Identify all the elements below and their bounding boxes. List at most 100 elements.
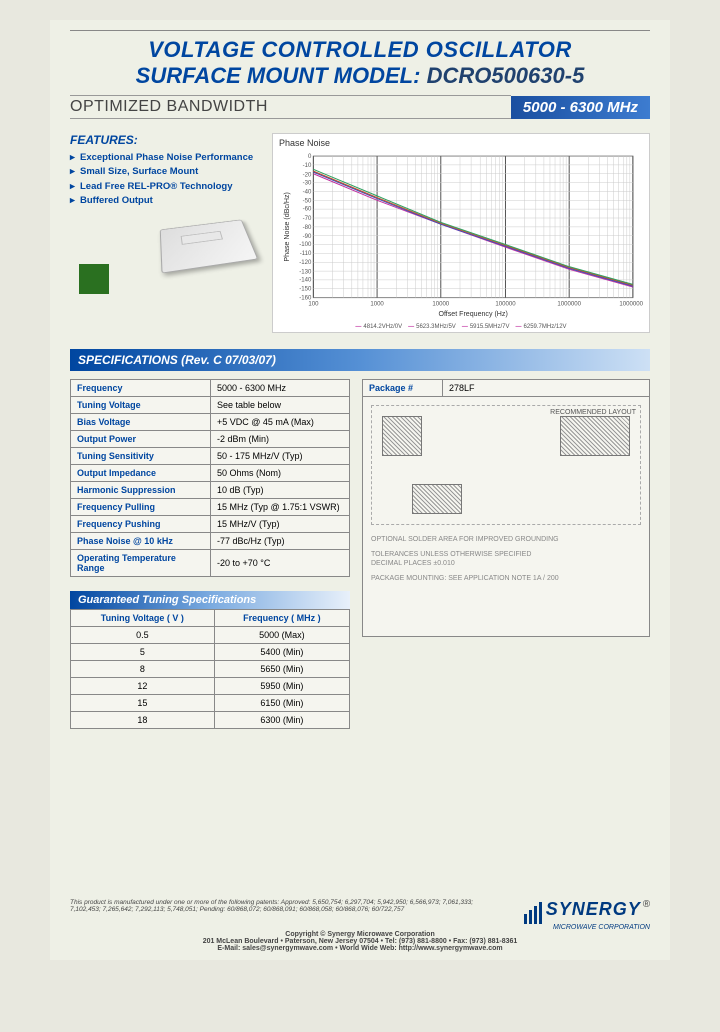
features-chart-row: FEATURES: Exceptional Phase Noise Perfor… bbox=[70, 133, 650, 333]
spec-key: Frequency Pushing bbox=[71, 515, 211, 532]
spec-val: See table below bbox=[211, 396, 350, 413]
spec-val: -20 to +70 °C bbox=[211, 549, 350, 576]
spec-row-item: Frequency Pulling15 MHz (Typ @ 1.75:1 VS… bbox=[71, 498, 350, 515]
tune-voltage: 18 bbox=[71, 711, 215, 728]
svg-text:-40: -40 bbox=[303, 189, 312, 195]
logo-subtitle: MICROWAVE CORPORATION bbox=[500, 924, 650, 931]
legend-item: 5623.3MHz/5V bbox=[408, 324, 456, 330]
chart-svg: 0-10-20-30-40-50-60-70-80-90-100-110-120… bbox=[279, 150, 643, 322]
title-block: VOLTAGE CONTROLLED OSCILLATOR SURFACE MO… bbox=[70, 30, 650, 89]
svg-text:100: 100 bbox=[308, 302, 319, 308]
svg-text:-150: -150 bbox=[299, 287, 312, 293]
tune-freq: 5000 (Max) bbox=[214, 626, 349, 643]
pkg-note-tol: TOLERANCES UNLESS OTHERWISE SPECIFIED bbox=[371, 550, 641, 559]
spec-val: -77 dBc/Hz (Typ) bbox=[211, 532, 350, 549]
svg-text:-120: -120 bbox=[299, 260, 312, 266]
contact-line: E-Mail: sales@synergymwave.com • World W… bbox=[70, 945, 650, 952]
tune-col-voltage: Tuning Voltage ( V ) bbox=[71, 609, 215, 626]
svg-text:10000000: 10000000 bbox=[619, 302, 643, 308]
spec-row-item: Tuning Sensitivity50 - 175 MHz/V (Typ) bbox=[71, 447, 350, 464]
pkg-note-mount: PACKAGE MOUNTING: SEE APPLICATION NOTE 1… bbox=[371, 574, 641, 583]
spec-row-item: Bias Voltage+5 VDC @ 45 mA (Max) bbox=[71, 413, 350, 430]
chart-title: Phase Noise bbox=[279, 138, 643, 148]
svg-text:-30: -30 bbox=[303, 180, 312, 186]
tune-voltage: 8 bbox=[71, 660, 215, 677]
svg-text:-10: -10 bbox=[303, 163, 312, 169]
svg-text:-130: -130 bbox=[299, 269, 312, 275]
chart-legend: 4814.2VHz/0V 5623.3MHz/5V 5915.5MHz/7V 6… bbox=[279, 324, 643, 330]
tune-freq: 5400 (Min) bbox=[214, 643, 349, 660]
logo-text: SYNERGY bbox=[546, 899, 641, 919]
package-value: 278LF bbox=[443, 379, 650, 396]
tune-voltage: 0.5 bbox=[71, 626, 215, 643]
features-list: Exceptional Phase Noise Performance Smal… bbox=[70, 151, 260, 208]
tune-row: 186300 (Min) bbox=[71, 711, 350, 728]
tune-freq: 5650 (Min) bbox=[214, 660, 349, 677]
spec-val: 50 - 175 MHz/V (Typ) bbox=[211, 447, 350, 464]
svg-text:-20: -20 bbox=[303, 172, 312, 178]
company-logo: SYNERGY ® MICROWAVE CORPORATION bbox=[500, 899, 650, 931]
spec-key: Bias Voltage bbox=[71, 413, 211, 430]
spec-key: Output Power bbox=[71, 430, 211, 447]
chart-ylabel: Phase Noise (dBc/Hz) bbox=[284, 192, 291, 261]
datasheet-page: VOLTAGE CONTROLLED OSCILLATOR SURFACE MO… bbox=[50, 20, 670, 960]
legend-item: 6259.7MHz/12V bbox=[516, 324, 567, 330]
feature-item: Lead Free REL-PRO® Technology bbox=[70, 180, 260, 194]
address-line: 201 McLean Boulevard • Paterson, New Jer… bbox=[70, 938, 650, 945]
svg-text:0: 0 bbox=[308, 154, 312, 160]
tune-freq: 5950 (Min) bbox=[214, 677, 349, 694]
svg-text:-90: -90 bbox=[303, 234, 312, 240]
spec-table: Frequency5000 - 6300 MHzTuning VoltageSe… bbox=[70, 379, 350, 577]
spec-row-item: Frequency Pushing15 MHz/V (Typ) bbox=[71, 515, 350, 532]
product-image bbox=[70, 216, 260, 274]
svg-text:-140: -140 bbox=[299, 277, 312, 283]
spec-row-item: Frequency5000 - 6300 MHz bbox=[71, 379, 350, 396]
spec-row: Frequency5000 - 6300 MHzTuning VoltageSe… bbox=[70, 379, 650, 729]
pkg-note-dec: DECIMAL PLACES ±0.010 bbox=[371, 559, 641, 568]
pkg-note-solder: OPTIONAL SOLDER AREA FOR IMPROVED GROUND… bbox=[371, 535, 641, 544]
svg-text:100000: 100000 bbox=[495, 302, 516, 308]
tune-col-freq: Frequency ( MHz ) bbox=[214, 609, 349, 626]
logo-bars-icon bbox=[524, 902, 544, 924]
spec-row-item: Output Impedance50 Ohms (Nom) bbox=[71, 464, 350, 481]
spec-key: Frequency bbox=[71, 379, 211, 396]
title-line2: SURFACE MOUNT MODEL: DCRO500630-5 bbox=[70, 63, 650, 89]
spec-row-item: Tuning VoltageSee table below bbox=[71, 396, 350, 413]
svg-text:-70: -70 bbox=[303, 216, 312, 222]
package-panel: Package # 278LF RECOMMENDED LAYOUT OPTIO… bbox=[362, 379, 650, 729]
tune-voltage: 15 bbox=[71, 694, 215, 711]
package-table: Package # 278LF bbox=[362, 379, 650, 397]
spec-key: Output Impedance bbox=[71, 464, 211, 481]
spec-val: 50 Ohms (Nom) bbox=[211, 464, 350, 481]
svg-text:10000: 10000 bbox=[432, 302, 449, 308]
rohs-badge bbox=[79, 264, 109, 294]
spec-key: Phase Noise @ 10 kHz bbox=[71, 532, 211, 549]
feature-item: Buffered Output bbox=[70, 194, 260, 208]
tune-row: 125950 (Min) bbox=[71, 677, 350, 694]
patent-notice: This product is manufactured under one o… bbox=[70, 899, 490, 913]
spec-val: 15 MHz (Typ @ 1.75:1 VSWR) bbox=[211, 498, 350, 515]
copyright: Copyright © Synergy Microwave Corporatio… bbox=[70, 931, 650, 938]
spec-val: 10 dB (Typ) bbox=[211, 481, 350, 498]
spec-key: Frequency Pulling bbox=[71, 498, 211, 515]
svg-text:1000000: 1000000 bbox=[557, 302, 581, 308]
features-block: FEATURES: Exceptional Phase Noise Perfor… bbox=[70, 133, 260, 333]
tune-freq: 6300 (Min) bbox=[214, 711, 349, 728]
tune-freq: 6150 (Min) bbox=[214, 694, 349, 711]
footer: SYNERGY ® MICROWAVE CORPORATION This pro… bbox=[70, 899, 650, 952]
rec-layout-label: RECOMMENDED LAYOUT bbox=[550, 408, 636, 417]
svg-text:-110: -110 bbox=[300, 251, 312, 257]
bandwidth-row: OPTIMIZED BANDWIDTH 5000 - 6300 MHz bbox=[70, 95, 650, 119]
title-prefix: SURFACE MOUNT MODEL: bbox=[136, 63, 427, 88]
footer-address: Copyright © Synergy Microwave Corporatio… bbox=[70, 931, 650, 952]
optimized-bandwidth-label: OPTIMIZED BANDWIDTH bbox=[70, 95, 511, 119]
tune-voltage: 5 bbox=[71, 643, 215, 660]
tune-row: 156150 (Min) bbox=[71, 694, 350, 711]
tuning-table: Tuning Voltage ( V ) Frequency ( MHz ) 0… bbox=[70, 609, 350, 729]
spec-val: -2 dBm (Min) bbox=[211, 430, 350, 447]
tune-row: 55400 (Min) bbox=[71, 643, 350, 660]
spec-key: Harmonic Suppression bbox=[71, 481, 211, 498]
chart-xlabel: Offset Frequency (Hz) bbox=[438, 311, 507, 318]
phase-noise-chart: Phase Noise bbox=[272, 133, 650, 333]
svg-text:-50: -50 bbox=[303, 199, 312, 205]
